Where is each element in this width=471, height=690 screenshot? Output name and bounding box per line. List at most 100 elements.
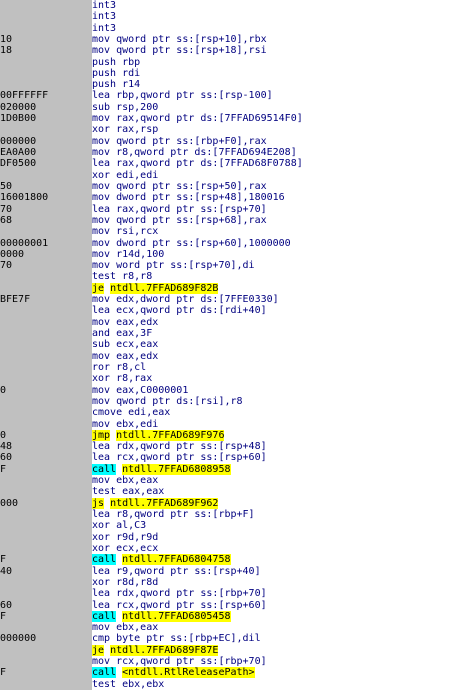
address-cell xyxy=(0,395,86,408)
operands: ntdll.7FFAD6808958 xyxy=(122,463,231,475)
instruction-row[interactable]: mov ebx,eax xyxy=(0,475,471,487)
instruction-row[interactable]: mov ebx,eax xyxy=(0,622,471,634)
instruction-row[interactable]: test eax,eax xyxy=(0,486,471,498)
instruction-row[interactable]: 0 jmp ntdll.7FFAD689F976 xyxy=(0,429,471,442)
instruction-row[interactable]: xor al,C3 xyxy=(0,520,471,532)
instruction-row[interactable]: test r8,r8 xyxy=(0,271,471,283)
instruction-row[interactable]: and eax,3F xyxy=(0,328,471,340)
instruction-row[interactable]: EA0A00 mov r8,qword ptr ds:[7FFAD694E208] xyxy=(0,147,471,159)
address-cell xyxy=(0,124,86,136)
instruction-row[interactable]: mov qword ptr ds:[rsi],r8 xyxy=(0,395,471,408)
instruction-row[interactable]: xor r9d,r9d xyxy=(0,531,471,543)
disassembly-view[interactable]: int3 int3 int3 10 mov qword ptr ss:[rsp+10],… xyxy=(0,0,471,690)
instruction-row[interactable]: mov eax,edx xyxy=(0,350,471,362)
operands: rcx,qword ptr ss:[rbp+70] xyxy=(116,656,267,668)
instruction-row[interactable]: je ntdll.7FFAD689F82B xyxy=(0,282,471,295)
operands: qword ptr ss:[rbp+F0],rax xyxy=(116,135,267,147)
instruction-cell: mov word ptr ss:[rsp+70],di xyxy=(92,260,471,271)
instruction-row[interactable]: int3 xyxy=(0,22,471,34)
instruction-cell: mov eax,edx xyxy=(92,351,471,362)
address-cell: 60 xyxy=(0,452,86,464)
instruction-row[interactable]: mov rcx,qword ptr ss:[rbp+70] xyxy=(0,656,471,668)
instruction-row[interactable]: mov rsi,rcx xyxy=(0,226,471,238)
instruction-row[interactable]: push rdi xyxy=(0,67,471,80)
instruction-row[interactable]: 020000 sub rsp,200 xyxy=(0,101,471,114)
instruction-row[interactable]: Fcall ntdll.7FFAD6804758 xyxy=(0,554,471,566)
instruction-row[interactable]: 50 mov qword ptr ss:[rsp+50],rax xyxy=(0,180,471,193)
instruction-row[interactable]: 00000001 mov dword ptr ss:[rsp+60],100000… xyxy=(0,237,471,249)
instruction-row[interactable]: 60 lea rcx,qword ptr ss:[rsp+60] xyxy=(0,599,471,611)
address-cell: 0000 xyxy=(0,248,86,261)
address-cell xyxy=(0,22,86,34)
instruction-row[interactable]: test ebx,ebx xyxy=(0,678,471,690)
instruction-row[interactable]: Fcall ntdll.7FFAD6808958 xyxy=(0,463,471,476)
operands: rsi,rcx xyxy=(116,226,159,238)
instruction-row[interactable]: xor rax,rsp xyxy=(0,124,471,136)
instruction-row[interactable]: push rbp xyxy=(0,56,471,68)
mnemonic: lea xyxy=(92,588,111,600)
instruction-row[interactable]: lea r8,qword ptr ss:[rbp+F] xyxy=(0,509,471,521)
address-cell: F xyxy=(0,667,86,679)
instruction-cell: test eax,eax xyxy=(92,486,471,497)
instruction-row[interactable]: Fcall <ntdll.RtlReleasePath> xyxy=(0,667,471,679)
instruction-row[interactable]: DF0500 lea rax,qword ptr ds:[7FFAD68F0788… xyxy=(0,158,471,170)
instruction-row[interactable]: xor r8d,r8d xyxy=(0,576,471,589)
mnemonic: int3 xyxy=(92,11,117,23)
address-cell: 00000001 xyxy=(0,237,86,249)
instruction-row[interactable]: 60 lea rcx,qword ptr ss:[rsp+60] xyxy=(0,452,471,464)
instruction-row[interactable]: Fcall ntdll.7FFAD6805458 xyxy=(0,610,471,623)
operands: eax,C0000001 xyxy=(116,384,189,396)
mnemonic: call xyxy=(92,463,117,475)
instruction-row[interactable]: mov eax,edx xyxy=(0,316,471,329)
instruction-cell: mov dword ptr ss:[rsp+48],180016 xyxy=(92,192,471,203)
address-cell: 16001800 xyxy=(0,192,86,204)
instruction-row[interactable]: 40 lea r9,qword ptr ss:[rsp+40] xyxy=(0,565,471,577)
instruction-row[interactable]: lea rdx,qword ptr ss:[rbp+70] xyxy=(0,588,471,600)
instruction-row[interactable]: 000000 mov qword ptr ss:[rbp+F0],rax xyxy=(0,135,471,148)
mnemonic: xor xyxy=(92,542,111,554)
instruction-row[interactable]: xor r8,rax xyxy=(0,373,471,385)
instruction-row[interactable]: 000000 cmp byte ptr ss:[rbp+EC],dil xyxy=(0,633,471,645)
instruction-cell: int3 xyxy=(92,23,471,34)
address-cell xyxy=(0,226,86,238)
instruction-cell: js ntdll.7FFAD689F962 xyxy=(92,497,471,509)
mnemonic: xor xyxy=(92,576,111,588)
mnemonic: push xyxy=(92,56,117,68)
instruction-row[interactable]: 48 lea rdx,qword ptr ss:[rsp+48] xyxy=(0,441,471,453)
instruction-row[interactable]: int3 xyxy=(0,0,471,12)
instruction-row[interactable]: cmove edi,eax xyxy=(0,407,471,419)
instruction-row[interactable]: 68 mov qword ptr ss:[rsp+68],rax xyxy=(0,214,471,227)
mnemonic: mov xyxy=(92,622,111,634)
mnemonic: lea xyxy=(92,565,111,577)
instruction-cell: mov qword ptr ss:[rsp+18],rsi xyxy=(92,45,471,56)
address-cell: 18 xyxy=(0,45,86,57)
address-cell: EA0A00 xyxy=(0,147,86,159)
instruction-row[interactable]: 0 mov eax,C0000001 xyxy=(0,384,471,396)
instruction-row[interactable]: xor ecx,ecx xyxy=(0,542,471,555)
instruction-row[interactable]: int3 xyxy=(0,11,471,23)
instruction-row[interactable]: 70 lea rax,qword ptr ss:[rsp+70] xyxy=(0,203,471,215)
instruction-row[interactable]: 1D0B00 mov rax,qword ptr ds:[7FFAD69514F0… xyxy=(0,113,471,125)
instruction-row[interactable]: BFE7F mov edx,dword ptr ds:[7FFE0330] xyxy=(0,294,471,306)
instruction-row[interactable]: 18 mov qword ptr ss:[rsp+18],rsi xyxy=(0,45,471,57)
instruction-row[interactable]: 70 mov word ptr ss:[rsp+70],di xyxy=(0,260,471,272)
instruction-row[interactable]: 00FFFFFF lea rbp,qword ptr ss:[rsp-100] xyxy=(0,90,471,102)
instruction-row[interactable]: push r14 xyxy=(0,79,471,91)
instruction-row[interactable]: lea ecx,qword ptr ds:[rdi+40] xyxy=(0,305,471,317)
mnemonic: test xyxy=(92,678,117,690)
address-cell xyxy=(0,339,86,351)
instruction-row[interactable]: sub ecx,eax xyxy=(0,339,471,351)
instruction-row[interactable]: 000 js ntdll.7FFAD689F962 xyxy=(0,497,471,510)
instruction-row[interactable]: xor edi,edi xyxy=(0,169,471,181)
mnemonic: mov xyxy=(92,135,111,147)
instruction-row[interactable]: mov ebx,edi xyxy=(0,418,471,430)
instruction-row[interactable]: 10 mov qword ptr ss:[rsp+10],rbx xyxy=(0,33,471,46)
mnemonic: sub xyxy=(92,339,111,351)
instruction-row[interactable]: je ntdll.7FFAD689F87E xyxy=(0,644,471,657)
instruction-row[interactable]: 16001800 mov dword ptr ss:[rsp+48],180016 xyxy=(0,192,471,204)
mnemonic: mov xyxy=(92,656,111,668)
instruction-row[interactable]: ror r8,cl xyxy=(0,361,471,374)
mnemonic: mov xyxy=(92,45,111,57)
instruction-cell: lea r9,qword ptr ss:[rsp+40] xyxy=(92,566,471,577)
instruction-row[interactable]: 0000 mov r14d,100 xyxy=(0,248,471,261)
